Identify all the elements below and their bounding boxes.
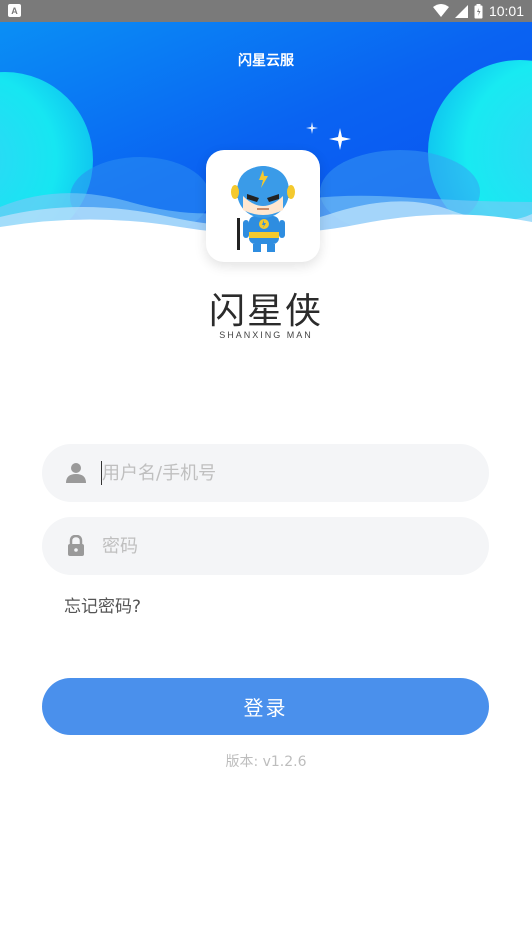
app-title: 闪星云服 [238, 53, 294, 69]
status-time: 10:01 [488, 3, 524, 19]
version-label: 版本: v1.2.6 [225, 754, 307, 770]
brand-subtitle: SHANXING MAN [219, 330, 313, 340]
password-input[interactable] [100, 534, 444, 558]
battery-icon [474, 3, 483, 18]
status-icons: 10:01 [432, 0, 524, 22]
login-button[interactable]: 登录 [42, 678, 489, 735]
app-indicator-icon: A [8, 4, 21, 17]
user-icon [66, 462, 86, 484]
wifi-icon [432, 4, 449, 17]
app-logo [206, 150, 320, 262]
superhero-mascot-icon [231, 166, 295, 252]
status-bar: A 10:01 [0, 0, 532, 22]
password-field[interactable] [42, 517, 489, 575]
username-input[interactable] [100, 461, 444, 485]
username-field[interactable] [42, 444, 489, 502]
text-cursor [101, 461, 102, 485]
cell-signal-icon [454, 4, 468, 18]
forgot-password-link[interactable]: 忘记密码? [64, 592, 141, 617]
lock-icon [66, 535, 86, 557]
brand-logo: 闪星侠 SHANXING MAN [0, 282, 532, 340]
brand-name: 闪星侠 [208, 291, 323, 332]
